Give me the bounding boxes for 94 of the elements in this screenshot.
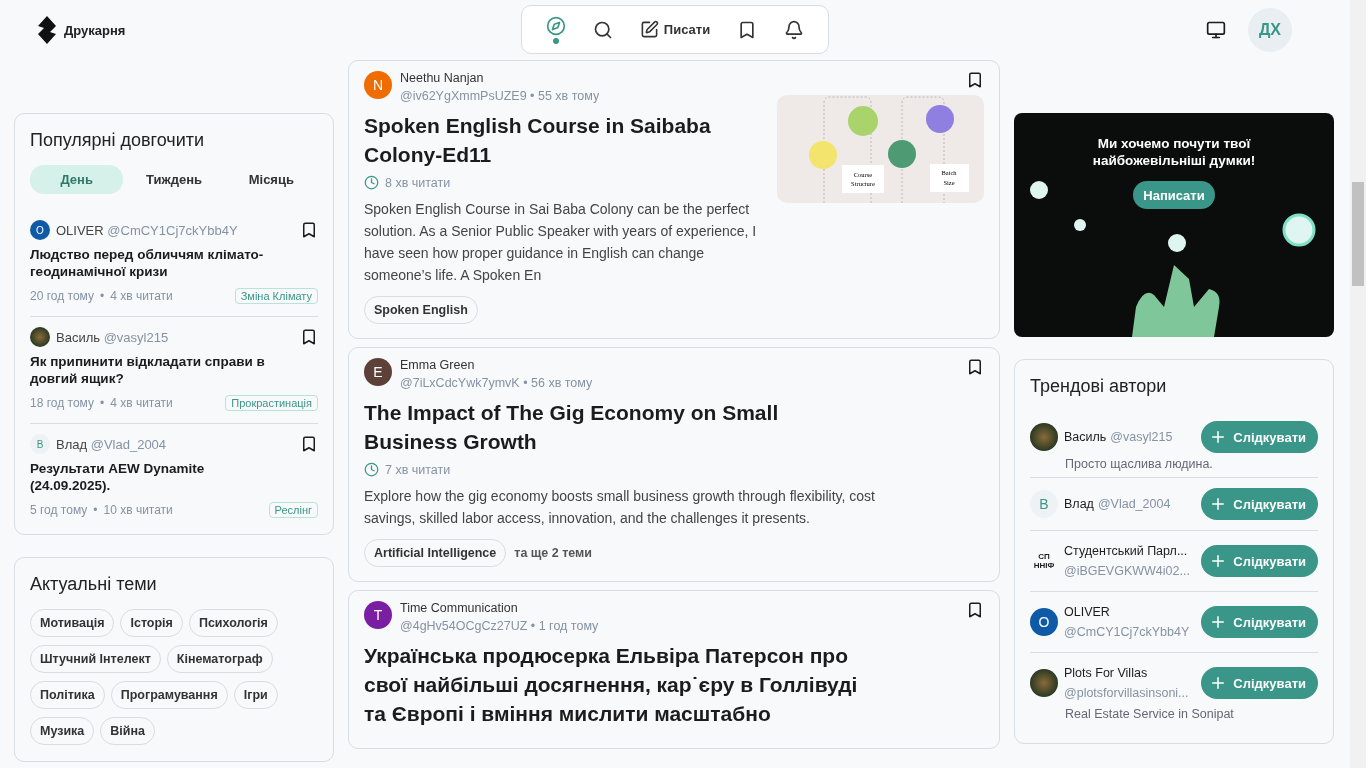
logo-icon[interactable] xyxy=(38,16,56,44)
logo-text: Друкарня xyxy=(64,22,126,38)
author-name[interactable]: Василь xyxy=(1064,427,1107,447)
bookmark-icon[interactable] xyxy=(966,358,984,376)
section-title: Актуальні теми xyxy=(30,574,158,595)
post-title[interactable]: Як припинити відкладати справи в довгий ящик? xyxy=(30,353,275,387)
author-handle: @vasyl215 xyxy=(1110,429,1173,446)
author-name[interactable]: OLIVER xyxy=(1064,602,1110,622)
follow-button[interactable]: Слідкувати xyxy=(1201,421,1318,453)
avatar-image xyxy=(1030,423,1058,451)
author-line: Василь @vasyl215 xyxy=(56,329,170,345)
promo-text: Ми хочемо почути твої найбожевільніші думки! xyxy=(1091,135,1257,169)
topic-chip[interactable]: Історія xyxy=(120,609,183,637)
post-meta: @4gHv54OCgCz27UZ • 1 год тому xyxy=(400,619,600,633)
avatar-logo: СП ННІФ xyxy=(1032,551,1056,572)
read-time: 4 хв читати xyxy=(110,289,173,303)
follow-button[interactable]: Слідкувати xyxy=(1201,667,1318,699)
author-handle: @Vlad_2004 xyxy=(1097,496,1171,513)
topic-tag[interactable]: Реслінг xyxy=(268,502,318,518)
post-time: 20 год тому xyxy=(30,289,94,303)
read-time: 8 хв читати xyxy=(385,175,451,190)
period-tab[interactable]: День xyxy=(30,165,124,194)
bookmark-icon[interactable] xyxy=(300,328,318,346)
section-title: Трендові автори xyxy=(1030,376,1168,397)
author-name[interactable]: Neethu Nanjan xyxy=(400,71,958,85)
topic-chip[interactable]: Музика xyxy=(30,717,95,745)
follow-button[interactable]: Слідкувати xyxy=(1201,545,1318,577)
separator-dot: • xyxy=(93,503,98,517)
read-time: 7 хв читати xyxy=(385,462,451,477)
bookmark-icon[interactable] xyxy=(300,435,318,453)
topic-chip[interactable]: Політика xyxy=(30,681,105,709)
topic-chip[interactable]: Spoken English xyxy=(364,296,478,324)
post-meta: @iv62YgXmmPsUZE9 • 55 хв тому xyxy=(400,89,601,103)
topic-tag[interactable]: Зміна Клімату xyxy=(234,288,318,304)
author-line: Влад @Vlad_2004 xyxy=(56,436,168,452)
follow-button[interactable]: Слідкувати xyxy=(1201,488,1318,520)
avatar-circle: В xyxy=(1030,490,1058,518)
separator-dot: • xyxy=(99,396,105,410)
post-time: 18 год тому xyxy=(30,396,94,410)
post-excerpt: Spoken English Course in Sai Baba Colony can be the perfect solution. As a Senior Public Speaker with years of experience, I have seen how proper guidance in English can change someone’s life. A Spoken En xyxy=(364,200,757,285)
author-handle: @plotsforvillasinsoni... xyxy=(1064,685,1189,702)
topic-chip[interactable]: Ігри xyxy=(233,681,278,709)
avatar-circle: O xyxy=(1030,608,1058,636)
post-title[interactable]: Українська продюсерка Ельвіра Патерсон про свої найбільші досягнення, кар˙єру в Голлівуді та Європі і вміння мислити масштабно xyxy=(364,641,869,728)
post-title[interactable]: Людство перед обличчям клімато-геодинамічної кризи xyxy=(30,246,275,280)
topic-chip[interactable]: Мотивація xyxy=(30,609,115,637)
topic-chip[interactable]: Війна xyxy=(100,717,155,745)
bookmark-icon[interactable] xyxy=(966,71,984,89)
post-title[interactable]: Результати AEW Dynamite (24.09.2025). xyxy=(30,460,275,494)
author-name[interactable]: Plots For Villas xyxy=(1064,663,1148,683)
write-button[interactable]: Писати xyxy=(635,16,715,43)
clock-icon xyxy=(364,462,379,477)
post-title[interactable]: Spoken English Course in Saibaba Colony-Ed11 xyxy=(364,111,757,169)
period-tab[interactable]: Тиждень xyxy=(127,165,221,194)
topic-chip[interactable]: Психологія xyxy=(188,609,278,637)
bookmark-icon[interactable] xyxy=(300,221,318,239)
scrollbar[interactable] xyxy=(1350,0,1366,768)
author-name[interactable]: Студентський Парл... xyxy=(1064,541,1188,561)
topic-chip[interactable]: Штучний Інтелект xyxy=(30,645,161,673)
author-name[interactable]: Влад xyxy=(1064,494,1094,514)
topic-chip[interactable]: Програмування xyxy=(110,681,228,709)
post-meta: @7iLxCdcYwk7ymvK • 56 хв тому xyxy=(400,376,594,390)
author-handle: @CmCY1Cj7ckYbb4Y xyxy=(1064,624,1190,641)
follow-button[interactable]: Слідкувати xyxy=(1201,606,1318,638)
author-name[interactable]: Time Communication xyxy=(400,601,958,615)
author-line: OLIVER @CmCY1Cj7ckYbb4Y xyxy=(56,222,239,238)
post-excerpt: Explore how the gig economy boosts small business growth through flexibility, cost savings, skilled labor access, innovation, and the challenges it presents. xyxy=(364,487,876,528)
read-time: 10 хв читати xyxy=(103,503,173,517)
topic-chip[interactable]: Кінематограф xyxy=(166,645,273,673)
clock-icon xyxy=(364,175,379,190)
topic-tag[interactable]: Прокрастинація xyxy=(225,395,318,411)
separator-dot: • xyxy=(99,289,105,303)
author-bio: Просто щаслива людина. xyxy=(1065,457,1214,473)
author-name[interactable]: Emma Green xyxy=(400,358,958,372)
post-title[interactable]: The Impact of The Gig Economy on Small Business Growth xyxy=(364,398,869,456)
write-button[interactable]: Написати xyxy=(1133,181,1215,209)
author-handle: @iBGEVGKWW4i02... xyxy=(1064,563,1190,580)
pen-icon xyxy=(639,20,659,39)
avatar-circle: В xyxy=(30,434,50,454)
topic-chip[interactable]: Artificial Intelligence xyxy=(364,539,507,567)
post-time: 5 год тому xyxy=(30,503,88,517)
read-time: 4 хв читати xyxy=(110,396,173,410)
period-tab[interactable]: Місяць xyxy=(224,165,318,194)
avatar-image xyxy=(30,327,50,347)
avatar-circle: N xyxy=(364,71,392,99)
author-bio: Real Estate Service in Sonipat xyxy=(1065,707,1235,723)
avatar-circle: O xyxy=(30,220,50,240)
more-topics-link[interactable]: та ще 2 теми xyxy=(514,546,593,560)
bookmark-icon[interactable] xyxy=(966,601,984,619)
avatar-image xyxy=(1030,669,1058,697)
avatar-circle: T xyxy=(364,601,392,629)
monitor-icon[interactable] xyxy=(1206,20,1226,40)
section-title: Популярні довгочити xyxy=(30,130,206,151)
avatar-circle: E xyxy=(364,358,392,386)
